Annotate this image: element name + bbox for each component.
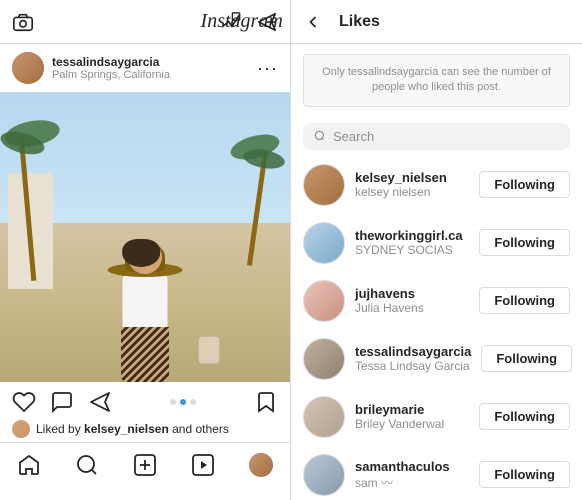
like-username[interactable]: brileymarie [355, 402, 469, 417]
right-panel: Likes Only tessalindsaygarcia can see th… [291, 0, 582, 500]
like-fullname: Julia Havens [355, 301, 469, 315]
like-user-info: kelsey_nielsen kelsey nielsen [355, 170, 469, 199]
post-username[interactable]: tessalindsaygarcia [52, 55, 170, 69]
follow-button[interactable]: Following [479, 287, 570, 314]
app-logo: Instagram [201, 10, 283, 33]
liker-name[interactable]: kelsey_nielsen [84, 422, 169, 436]
add-post-button[interactable] [133, 453, 157, 477]
share-button[interactable] [88, 390, 112, 414]
user-details: tessalindsaygarcia Palm Springs, Califor… [52, 55, 170, 81]
like-list-item: kelsey_nielsen kelsey nielsen Following [291, 156, 582, 214]
post-user-row: tessalindsaygarcia Palm Springs, Califor… [0, 44, 290, 92]
comment-button[interactable] [50, 390, 74, 414]
likes-text: Liked by kelsey_nielsen and others [36, 422, 229, 436]
like-button[interactable] [12, 390, 36, 414]
avatar[interactable] [12, 52, 44, 84]
follow-button[interactable]: Following [481, 345, 572, 372]
liked-by-label: Liked by [36, 422, 81, 436]
carousel-indicators [170, 399, 196, 405]
like-user-info: samanthaculos sam 〰 [355, 459, 469, 491]
like-avatar[interactable] [303, 222, 345, 264]
follow-button[interactable]: Following [479, 229, 570, 256]
reels-nav-button[interactable] [191, 453, 215, 477]
and-others-label: and others [172, 422, 229, 436]
privacy-notice: Only tessalindsaygarcia can see the numb… [303, 54, 570, 107]
like-username[interactable]: jujhavens [355, 286, 469, 301]
like-username[interactable]: theworkinggirl.ca [355, 228, 469, 243]
like-fullname: Briley Vanderwal [355, 417, 469, 431]
like-fullname: SYDNEY SOCIAS [355, 243, 469, 257]
like-user-info: jujhavens Julia Havens [355, 286, 469, 315]
like-user-info: brileymarie Briley Vanderwal [355, 402, 469, 431]
search-nav-button[interactable] [75, 453, 99, 477]
like-avatar[interactable] [303, 280, 345, 322]
dot-2 [180, 399, 186, 405]
dot-1 [170, 399, 176, 405]
profile-nav-button[interactable] [249, 453, 273, 477]
likes-list: kelsey_nielsen kelsey nielsen Following … [291, 156, 582, 500]
back-button[interactable] [303, 12, 323, 32]
liker-avatar [12, 420, 30, 438]
like-user-info: theworkinggirl.ca SYDNEY SOCIAS [355, 228, 469, 257]
like-user-info: tessalindsaygarcia Tessa Lindsay Garcia [355, 344, 471, 373]
post-actions-bar [0, 382, 290, 418]
follow-button[interactable]: Following [479, 461, 570, 488]
like-fullname: Tessa Lindsay Garcia [355, 359, 471, 373]
like-avatar[interactable] [303, 396, 345, 438]
follow-button[interactable]: Following [479, 403, 570, 430]
save-button[interactable] [254, 390, 278, 414]
like-username[interactable]: kelsey_nielsen [355, 170, 469, 185]
like-list-item: samanthaculos sam 〰 Following [291, 446, 582, 500]
follow-button[interactable]: Following [479, 171, 570, 198]
search-bar[interactable]: Search [303, 123, 570, 150]
left-panel: Instagram tessalindsaygarcia Palm Spring… [0, 0, 291, 500]
post-location: Palm Springs, California [52, 69, 170, 81]
like-list-item: jujhavens Julia Havens Following [291, 272, 582, 330]
user-info-left: tessalindsaygarcia Palm Springs, Califor… [12, 52, 170, 84]
like-list-item: theworkinggirl.ca SYDNEY SOCIAS Followin… [291, 214, 582, 272]
like-fullname: sam 〰 [355, 474, 469, 491]
post-image [0, 92, 290, 382]
like-username[interactable]: tessalindsaygarcia [355, 344, 471, 359]
like-username[interactable]: samanthaculos [355, 459, 469, 474]
likes-title: Likes [339, 13, 380, 31]
home-nav-button[interactable] [17, 453, 41, 477]
like-avatar[interactable] [303, 338, 345, 380]
like-fullname: kelsey nielsen [355, 185, 469, 199]
dot-3 [190, 399, 196, 405]
like-avatar[interactable] [303, 164, 345, 206]
bottom-nav [0, 442, 290, 486]
search-icon [313, 129, 327, 143]
likes-row: Liked by kelsey_nielsen and others [0, 418, 290, 442]
left-header: Instagram [0, 0, 290, 44]
likes-header: Likes [291, 0, 582, 44]
search-placeholder: Search [333, 129, 374, 144]
more-options-button[interactable]: ··· [257, 58, 278, 79]
post-actions-left [12, 390, 112, 414]
like-avatar[interactable] [303, 454, 345, 496]
like-list-item: brileymarie Briley Vanderwal Following [291, 388, 582, 446]
like-list-item: tessalindsaygarcia Tessa Lindsay Garcia … [291, 330, 582, 388]
camera-icon[interactable] [12, 11, 34, 33]
